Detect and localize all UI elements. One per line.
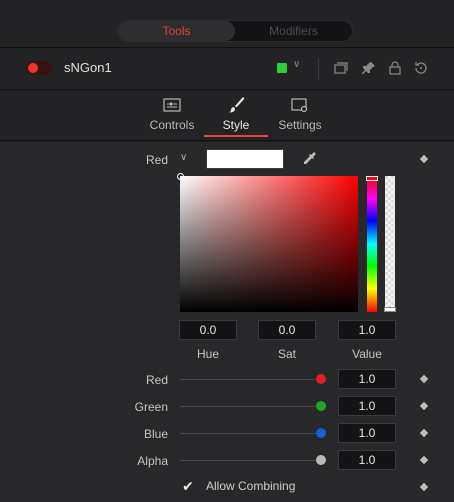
tab-tools[interactable]: Tools: [118, 21, 235, 41]
alpha-slider-track[interactable]: [180, 460, 322, 461]
node-header: sNGon1 ∨: [0, 48, 454, 90]
brush-icon: [229, 97, 245, 113]
hue-input[interactable]: 0.0: [179, 320, 237, 340]
hue-strip[interactable]: [366, 176, 378, 312]
allow-combining-label: Allow Combining: [206, 479, 296, 493]
red-slider-track[interactable]: [180, 379, 322, 380]
sat-label: Sat: [277, 347, 296, 361]
red-label: Red: [145, 373, 168, 387]
value-input[interactable]: 1.0: [338, 320, 396, 340]
toggle-knob: [28, 63, 38, 73]
allow-combining-checkbox[interactable]: ✔: [180, 478, 196, 494]
lock-icon[interactable]: [387, 60, 403, 76]
red-input[interactable]: 1.0: [338, 369, 396, 389]
tab-style[interactable]: Style: [210, 95, 262, 132]
red-slider-handle[interactable]: [316, 374, 326, 384]
reset-icon[interactable]: [413, 60, 429, 76]
active-tab-underline: [204, 135, 268, 137]
sv-cursor[interactable]: [177, 173, 184, 180]
value-label: Value: [352, 347, 382, 361]
alpha-label: Alpha: [137, 454, 168, 468]
hue-marker[interactable]: [366, 176, 378, 181]
color-channel-label: Red: [145, 153, 168, 167]
pin-icon[interactable]: [361, 60, 377, 76]
blue-slider-track[interactable]: [180, 433, 322, 434]
green-input[interactable]: 1.0: [338, 396, 396, 416]
green-label: Green: [134, 400, 168, 414]
node-name: sNGon1: [64, 60, 112, 75]
sat-input[interactable]: 0.0: [258, 320, 316, 340]
blue-slider-handle[interactable]: [316, 428, 326, 438]
saturation-value-field[interactable]: [177, 173, 358, 312]
node-enable-toggle[interactable]: [26, 61, 52, 75]
channel-dropdown-chevron-icon[interactable]: ∨: [180, 152, 187, 163]
blue-input[interactable]: 1.0: [338, 423, 396, 443]
green-slider-track[interactable]: [180, 406, 322, 407]
alpha-input[interactable]: 1.0: [338, 450, 396, 470]
tab-controls[interactable]: Controls: [146, 95, 198, 132]
versions-icon[interactable]: [333, 60, 349, 76]
settings-icon: [291, 98, 308, 113]
chevron-down-icon[interactable]: ∨: [293, 59, 300, 70]
hue-label: Hue: [196, 347, 219, 361]
controls-icon: [163, 98, 181, 112]
tab-style-label: Style: [222, 118, 250, 132]
color-swatch[interactable]: [206, 149, 284, 169]
tab-settings[interactable]: Settings: [272, 95, 328, 132]
node-color-swatch[interactable]: [277, 63, 287, 73]
eyedropper-icon[interactable]: [300, 150, 318, 168]
tool-tab-bar: Tools Modifiers: [0, 0, 454, 48]
blue-label: Blue: [143, 427, 168, 441]
tools-modifiers-switch: Tools Modifiers: [117, 20, 353, 42]
divider: [318, 58, 319, 80]
tab-controls-label: Controls: [149, 118, 195, 132]
alpha-marker[interactable]: [384, 307, 396, 312]
inspector-tabs: Controls Style Settings: [0, 91, 454, 141]
tab-modifiers[interactable]: Modifiers: [235, 21, 352, 41]
tab-settings-label: Settings: [278, 118, 322, 132]
alpha-slider-handle[interactable]: [316, 455, 326, 465]
green-slider-handle[interactable]: [316, 401, 326, 411]
alpha-strip[interactable]: [384, 176, 396, 312]
